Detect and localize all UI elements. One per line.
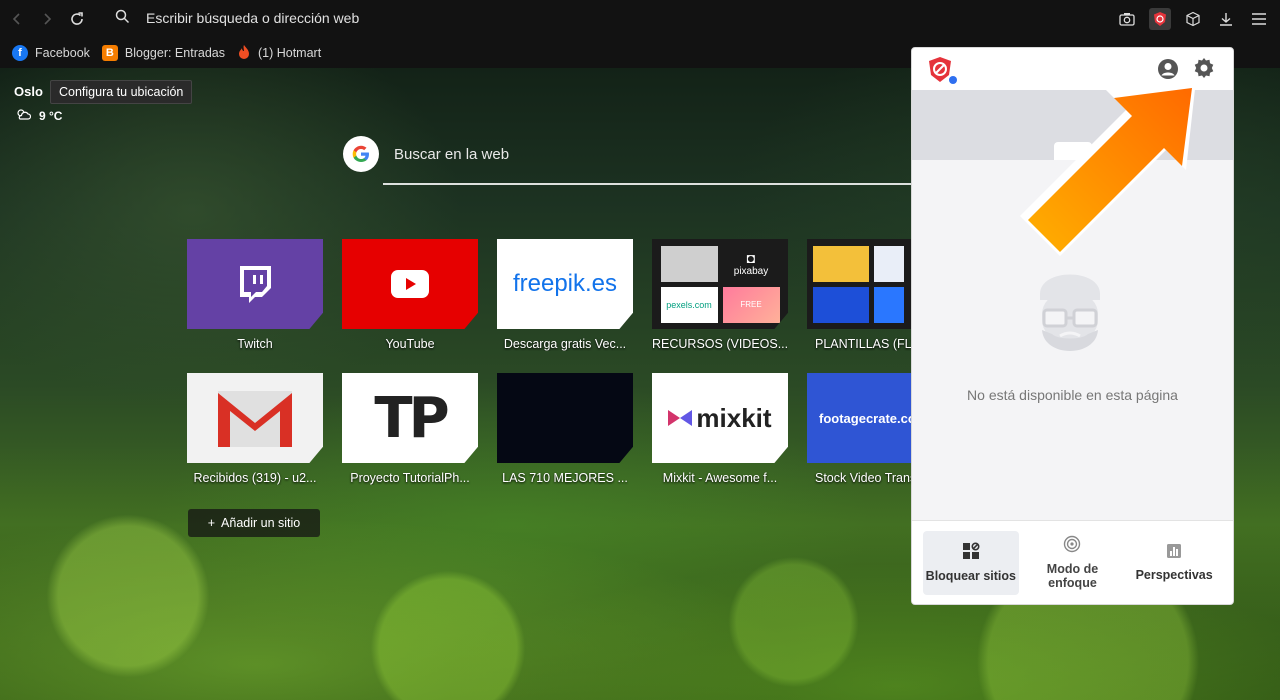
bookmark-label: Blogger: Entradas <box>124 46 225 60</box>
tile-label: LAS 710 MEJORES ... <box>502 471 628 485</box>
insights-label: Perspectivas <box>1135 568 1213 582</box>
block-sites-button[interactable]: Bloquear sitios <box>922 530 1019 595</box>
weather-city[interactable]: Oslo <box>14 84 43 99</box>
tile-label: Twitch <box>237 337 273 351</box>
bearded-face-illustration-icon <box>1030 258 1110 373</box>
hotmart-icon <box>237 44 251 63</box>
weather-temperature: 9 °C <box>16 108 62 124</box>
speed-dial-freepik[interactable]: freepik.es Descarga gratis Vec... <box>497 239 633 351</box>
facebook-icon: f <box>12 45 28 61</box>
freepik-logo: freepik.es <box>497 239 633 329</box>
insights-icon <box>1166 543 1182 562</box>
speed-dial-plantillas[interactable]: PLANTILLAS (FLYE <box>807 239 911 351</box>
add-site-button[interactable]: + Añadir un sitio <box>188 509 320 537</box>
youtube-logo-icon <box>342 239 478 329</box>
tile-label: YouTube <box>385 337 435 351</box>
focus-mode-button[interactable]: Modo de enfoque <box>1024 531 1120 595</box>
web-search[interactable]: Buscar en la web <box>343 136 509 172</box>
twitch-logo-icon <box>187 239 323 329</box>
pixabay-thumb: ◘ pixabay <box>722 245 780 282</box>
address-bar[interactable]: Escribir búsqueda o dirección web <box>115 9 359 27</box>
tile-label: Mixkit - Awesome f... <box>662 471 778 485</box>
pixabay-text: pixabay <box>733 266 769 277</box>
unavailable-message: No está disponible en esta página <box>967 387 1178 403</box>
reload-icon[interactable] <box>62 4 92 34</box>
gmail-logo-icon <box>187 373 323 463</box>
bookmark-label: (1) Hotmart <box>257 46 322 60</box>
download-icon[interactable] <box>1215 8 1237 30</box>
tile-label: Proyecto TutorialPh... <box>350 471 470 485</box>
insights-button[interactable]: Perspectivas <box>1126 531 1222 595</box>
speed-dial-twitch[interactable]: Twitch <box>187 239 323 351</box>
camera-icon: ◘ <box>746 250 756 266</box>
tile-label: PLANTILLAS (FLYE <box>815 337 911 351</box>
popup-footer: Bloquear sitios Modo de enfoque Perspect… <box>912 520 1233 604</box>
blogger-icon: B <box>101 45 118 61</box>
footagecrate-logo-text: footagecrate.co <box>819 410 911 426</box>
temperature-value: 9 °C <box>39 109 63 123</box>
flyer-thumb <box>874 286 904 323</box>
blocksite-logo-icon <box>926 56 958 91</box>
focus-mode-icon <box>1063 535 1081 556</box>
block-sites-icon <box>962 542 980 563</box>
search-placeholder: Buscar en la web <box>394 145 510 163</box>
bookmark-hotmart[interactable]: (1) Hotmart <box>237 44 321 63</box>
bookmark-label: Facebook <box>35 46 90 60</box>
plantillas-thumbnail <box>807 239 911 329</box>
blocksite-extension-icon[interactable] <box>1149 8 1171 30</box>
forward-arrow-icon[interactable] <box>32 4 62 34</box>
tile-label: Stock Video Trans <box>815 471 911 485</box>
flyer-thumb <box>813 286 869 323</box>
tile-label: Descarga gratis Vec... <box>503 337 627 351</box>
weather-partly-cloudy-icon <box>16 108 32 124</box>
flyer-thumb <box>813 245 869 282</box>
tp-logo-text: TP <box>374 385 449 451</box>
add-site-label: Añadir un sitio <box>221 516 301 530</box>
dark-thumbnail <box>497 373 633 463</box>
back-arrow-icon[interactable] <box>2 4 32 34</box>
free-thumb: FREE <box>722 286 780 323</box>
footagecrate-logo: footagecrate.co <box>807 373 911 463</box>
mixkit-mark-icon <box>668 410 693 426</box>
google-logo-icon <box>343 136 379 172</box>
speed-dial-youtube[interactable]: YouTube <box>342 239 478 351</box>
flyer-thumb <box>874 245 904 282</box>
search-icon <box>115 9 130 27</box>
browser-toolbar: Escribir búsqueda o dirección web <box>0 0 1280 38</box>
cube-icon[interactable] <box>1182 8 1204 30</box>
bookmark-facebook[interactable]: f Facebook <box>12 45 90 61</box>
address-placeholder: Escribir búsqueda o dirección web <box>146 10 360 26</box>
block-sites-label: Bloquear sitios <box>925 569 1016 583</box>
mixkit-logo-text: mixkit <box>696 402 772 433</box>
menu-icon[interactable] <box>1248 8 1270 30</box>
bookmark-blogger[interactable]: B Blogger: Entradas <box>101 45 225 61</box>
recursos-thumbnail: ◘ pixabay pexels.com FREE <box>652 239 788 329</box>
camera-icon[interactable] <box>1116 8 1138 30</box>
speed-dial-footagecrate[interactable]: footagecrate.co Stock Video Trans <box>807 373 911 485</box>
speed-dial-recursos[interactable]: ◘ pixabay pexels.com FREE RECURSOS (VIDE… <box>652 239 788 351</box>
photo-thumb <box>660 245 718 282</box>
search-underline <box>383 183 923 185</box>
location-tooltip: Configura tu ubicación <box>50 80 193 104</box>
plus-icon: + <box>207 516 216 530</box>
tile-label: Recibidos (319) - u2... <box>193 471 317 485</box>
focus-mode-label: Modo de enfoque <box>1046 562 1099 590</box>
pexels-thumb: pexels.com <box>660 286 718 323</box>
speed-dial-gmail[interactable]: Recibidos (319) - u2... <box>187 373 323 485</box>
tp-logo: TP <box>342 373 478 463</box>
speed-dial-710-mejores[interactable]: LAS 710 MEJORES ... <box>497 373 633 485</box>
speed-dial-mixkit[interactable]: mixkit Mixkit - Awesome f... <box>652 373 788 485</box>
orange-callout-arrow-icon <box>1020 80 1196 256</box>
tile-label: RECURSOS (VIDEOS... <box>652 337 788 351</box>
mixkit-logo: mixkit <box>652 373 788 463</box>
speed-dial-tutorialphotoshop[interactable]: TP Proyecto TutorialPh... <box>342 373 478 485</box>
freepik-logo-text: freepik.es <box>512 270 618 297</box>
